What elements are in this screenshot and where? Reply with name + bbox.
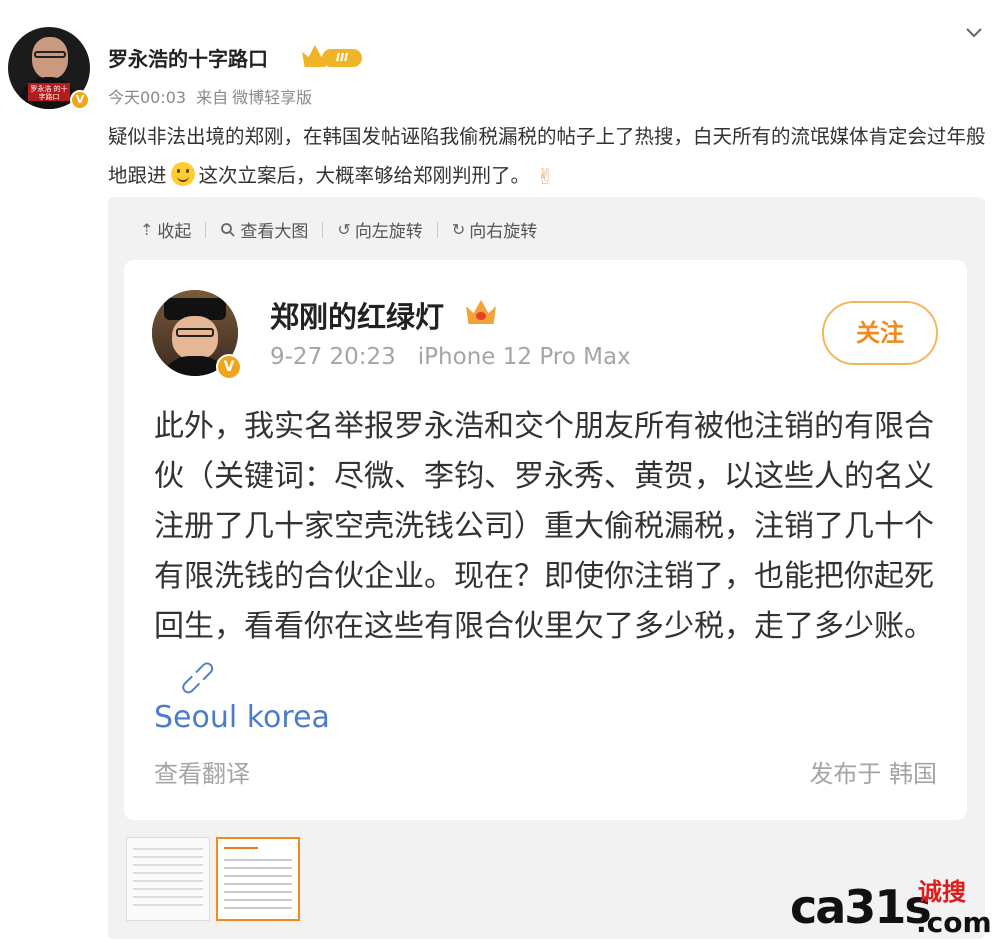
thumb-line — [133, 856, 203, 858]
card-author-name: 郑刚的红绿灯 — [270, 300, 445, 334]
card-body: 此外，我实名举报罗永浩和交个朋友所有被他注销的有限合伙（关键词：尽微、李钧、罗永… — [154, 409, 934, 644]
thumb-line — [133, 888, 203, 890]
victory-hand-emoji-icon: ✌ — [536, 165, 555, 190]
source-prefix: 来自 — [196, 88, 229, 107]
thumbnail-2-selected[interactable] — [216, 837, 300, 921]
card-meta: 9-27 20:23 iPhone 12 Pro Max — [270, 344, 653, 370]
rotate-left-icon: ↺ — [337, 220, 351, 239]
collapse-button[interactable]: ⇡ 收起 — [140, 217, 191, 242]
thumb-line — [133, 864, 203, 866]
image-toolbar: ⇡ 收起 查看大图 ↺ 向左旋转 ↻ 向右旋转 — [140, 217, 537, 242]
card-device: iPhone 12 Pro Max — [417, 344, 631, 370]
post-text-part2: 这次立案后，大概率够给郑刚判刑了。 — [198, 164, 531, 187]
screenshot-image[interactable]: V 郑刚的红绿灯 9-27 20:23 iPhone 12 Pro Max 关注 … — [124, 260, 967, 820]
post-text: 疑似非法出境的郑刚，在韩国发帖诬陷我偷税漏税的帖子上了热搜，白天所有的流氓媒体肯… — [108, 117, 988, 197]
toolbar-divider — [436, 221, 438, 238]
card-body-text: 此外，我实名举报罗永浩和交个朋友所有被他注销的有限合伙（关键词：尽微、李钧、罗永… — [154, 402, 944, 704]
watermark-cn: 诚搜 — [918, 878, 966, 906]
thumb-line — [224, 899, 292, 901]
post-source[interactable]: 微博轻享版 — [232, 88, 312, 107]
verified-badge-icon: V — [70, 90, 90, 110]
image-viewer-panel: ⇡ 收起 查看大图 ↺ 向左旋转 ↻ 向右旋转 V 郑刚的红绿灯 9-27 20… — [108, 197, 985, 939]
toolbar-divider — [205, 221, 207, 238]
rotate-right-icon: ↻ — [451, 220, 466, 239]
watermark-main: ca31s — [790, 880, 932, 934]
thumb-line — [224, 891, 292, 893]
post-meta: 今天00:03 来自 微博轻享版 — [108, 84, 322, 108]
thumb-line — [133, 880, 203, 882]
watermark-logo: ca31s 诚搜 .com — [790, 872, 995, 939]
thumb-line — [133, 904, 203, 906]
follow-button: 关注 — [822, 301, 938, 365]
thumb-line — [224, 867, 292, 869]
thumb-line — [224, 875, 292, 877]
avatar-caption: 罗永浩 的十字路口 — [28, 83, 70, 101]
view-large-button[interactable]: 查看大图 — [220, 217, 308, 242]
card-avatar-glasses — [176, 328, 214, 337]
toolbar-divider — [322, 221, 324, 238]
thumb-line — [224, 847, 258, 849]
rotate-right-label: 向右旋转 — [469, 222, 538, 242]
thumb-line — [224, 907, 292, 909]
weibo-post-page: 罗永浩 的十字路口 V 罗永浩的十字路口 III 今天00:03 来自 微博轻享版 … — [0, 0, 1000, 939]
author-name[interactable]: 罗永浩的十字路口 — [108, 43, 268, 72]
avatar-face — [32, 37, 68, 79]
card-published: 发布于 韩国 — [809, 760, 937, 788]
chevron-down-icon[interactable] — [964, 22, 984, 42]
thumbnail-1[interactable] — [126, 837, 210, 921]
card-time: 9-27 20:23 — [270, 344, 396, 370]
card-verified-badge-icon: V — [216, 354, 242, 380]
post-time[interactable]: 今天00:03 — [108, 88, 186, 107]
thumb-line — [133, 896, 203, 898]
card-location: Seoul korea — [154, 700, 330, 735]
collapse-label: 收起 — [157, 222, 192, 242]
card-translate: 查看翻译 — [154, 760, 250, 788]
thumb-line — [133, 872, 203, 874]
rotate-right-button[interactable]: ↻ 向右旋转 — [452, 217, 537, 242]
card-avatar-face — [172, 316, 218, 360]
collapse-icon: ⇡ — [140, 220, 154, 239]
crown-gem — [476, 312, 486, 320]
avatar-glasses — [34, 51, 66, 58]
view-large-label: 查看大图 — [240, 222, 309, 242]
member-level-badge[interactable]: III — [302, 45, 362, 69]
rotate-left-label: 向左旋转 — [354, 222, 423, 242]
thumb-line — [224, 883, 292, 885]
rotate-left-button[interactable]: ↺ 向左旋转 — [337, 217, 422, 242]
watermark-com: .com — [916, 906, 992, 939]
thumb-line — [133, 848, 203, 850]
search-icon — [221, 222, 236, 237]
smile-emoji-icon — [170, 162, 195, 186]
thumb-line — [224, 859, 292, 861]
member-level-label: III — [322, 49, 362, 67]
card-crown-icon — [466, 298, 496, 326]
